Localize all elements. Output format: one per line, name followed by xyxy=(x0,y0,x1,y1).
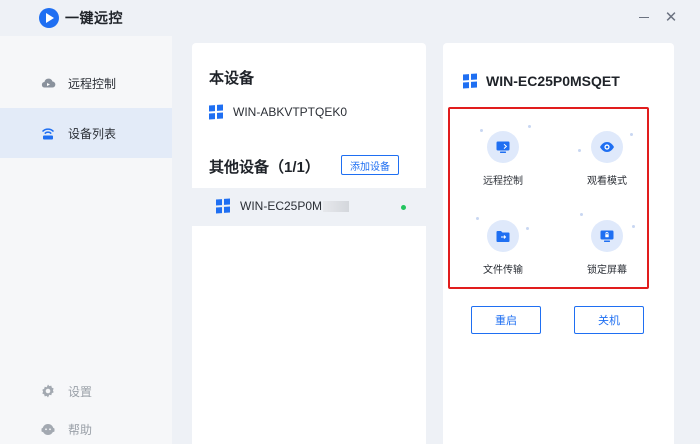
monitor-icon xyxy=(496,141,510,153)
watch-mode-button[interactable]: 观看模式 xyxy=(567,131,647,191)
op-label: 观看模式 xyxy=(587,176,627,187)
device-list-panel: 本设备 WIN-ABKVTPTQEK0 其他设备（1/1） 添加设备 WIN-E… xyxy=(192,43,426,444)
app-title: 一键远控 xyxy=(65,10,123,26)
other-device-row: WIN-EC25P0M xyxy=(216,198,350,214)
play-logo-icon xyxy=(39,8,59,28)
sidebar: 远程控制 设备列表 设置 帮助 xyxy=(0,36,172,444)
this-device-row: WIN-ABKVTPTQEK0 xyxy=(209,104,348,120)
detail-device-name: WIN-EC25P0MSQET xyxy=(486,73,620,89)
masked-text xyxy=(323,201,350,213)
sidebar-item-label: 设备列表 xyxy=(68,126,117,141)
folder-icon xyxy=(496,231,510,242)
gear-icon xyxy=(42,384,54,398)
lock-screen-icon xyxy=(600,230,614,242)
cloud-remote-icon xyxy=(41,78,56,88)
add-device-button[interactable]: 添加设备 xyxy=(341,155,399,175)
close-button[interactable]: ✕ xyxy=(660,6,682,28)
device-detail-title: WIN-EC25P0MSQET xyxy=(463,73,620,89)
op-label: 锁定屏幕 xyxy=(587,265,627,276)
other-device-name: WIN-EC25P0M xyxy=(240,199,350,213)
online-status-dot xyxy=(401,205,406,210)
list-item[interactable]: WIN-EC25P0M xyxy=(192,188,426,226)
device-detail-panel: WIN-EC25P0MSQET 远程控制 观看模式 文件传输 锁定屏幕 重启 关… xyxy=(443,43,674,444)
sidebar-item-help[interactable]: 帮助 xyxy=(0,404,172,444)
windows-icon xyxy=(216,198,230,214)
help-icon xyxy=(41,424,55,435)
title-bar: 一键远控 ✕ xyxy=(0,0,700,36)
sidebar-item-device-list[interactable]: 设备列表 xyxy=(0,108,172,158)
sidebar-item-label: 远程控制 xyxy=(68,76,117,91)
remote-control-button[interactable]: 远程控制 xyxy=(463,131,543,191)
operations-highlight-box: 远程控制 观看模式 文件传输 锁定屏幕 xyxy=(448,107,649,289)
minimize-icon xyxy=(639,16,649,18)
lock-screen-button[interactable]: 锁定屏幕 xyxy=(567,220,647,280)
sidebar-item-label: 帮助 xyxy=(68,422,93,437)
file-transfer-button[interactable]: 文件传输 xyxy=(463,220,543,280)
op-label: 文件传输 xyxy=(483,265,523,276)
sidebar-item-remote-control[interactable]: 远程控制 xyxy=(0,58,172,108)
sidebar-item-label: 设置 xyxy=(68,384,93,399)
app-logo: 一键远控 xyxy=(39,8,123,28)
restart-button[interactable]: 重启 xyxy=(471,306,541,334)
this-device-name: WIN-ABKVTPTQEK0 xyxy=(233,105,348,119)
this-device-heading: 本设备 xyxy=(209,70,255,87)
eye-icon xyxy=(600,142,614,152)
op-label: 远程控制 xyxy=(483,176,523,187)
windows-icon xyxy=(463,73,477,89)
other-devices-heading: 其他设备（1/1） xyxy=(209,159,320,176)
device-list-icon xyxy=(41,128,55,140)
shutdown-button[interactable]: 关机 xyxy=(574,306,644,334)
windows-icon xyxy=(209,104,223,120)
minimize-button[interactable] xyxy=(633,6,655,28)
